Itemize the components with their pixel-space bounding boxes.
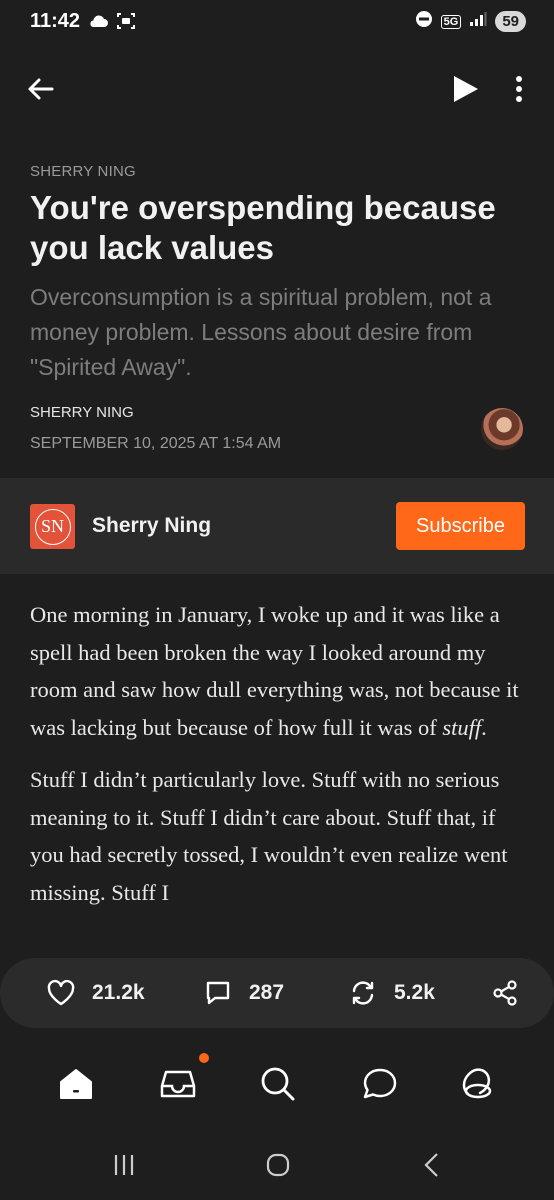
body-paragraph-end: . bbox=[481, 714, 487, 740]
avatar[interactable] bbox=[481, 408, 523, 450]
bottom-nav bbox=[0, 1050, 554, 1130]
home-button-icon[interactable] bbox=[258, 1148, 298, 1182]
body-paragraph: One morning in January, I woke up and it… bbox=[30, 596, 530, 746]
share-button[interactable] bbox=[490, 958, 520, 1028]
body-emphasis: stuff bbox=[442, 714, 482, 740]
like-button[interactable]: 21.2k bbox=[46, 958, 145, 1028]
system-nav bbox=[0, 1130, 554, 1200]
heart-icon bbox=[47, 979, 75, 1006]
status-bar: 11:42 5G 59 bbox=[0, 0, 554, 48]
publication-logo-text: SN bbox=[34, 508, 71, 545]
comment-icon bbox=[206, 981, 230, 1005]
inbox-badge bbox=[199, 1053, 209, 1063]
article-title: You're overspending because you lack val… bbox=[30, 189, 496, 266]
profile-icon[interactable] bbox=[456, 1062, 500, 1106]
action-bar: 21.2k 287 5.2k bbox=[0, 958, 554, 1028]
restack-button[interactable]: 5.2k bbox=[348, 958, 435, 1028]
comment-button[interactable]: 287 bbox=[203, 958, 284, 1028]
back-arrow-icon[interactable] bbox=[24, 72, 58, 106]
status-time: 11:42 bbox=[30, 10, 81, 32]
play-icon[interactable] bbox=[448, 72, 482, 106]
publication-band-name[interactable]: Sherry Ning bbox=[92, 514, 211, 538]
subscribe-button[interactable]: Subscribe bbox=[396, 502, 525, 550]
author-name[interactable]: SHERRY NING bbox=[30, 404, 134, 421]
signal-icon bbox=[469, 11, 487, 32]
more-vertical-icon[interactable] bbox=[508, 72, 530, 106]
do-not-disturb-icon bbox=[415, 10, 433, 33]
share-icon bbox=[493, 980, 517, 1006]
app-bar bbox=[0, 62, 554, 114]
screen-record-icon bbox=[116, 12, 136, 35]
body-paragraph: Stuff I didn’t particularly love. Stuff … bbox=[30, 767, 508, 905]
recents-icon[interactable] bbox=[104, 1148, 144, 1182]
inbox-icon[interactable] bbox=[156, 1062, 200, 1106]
status-right: 5G 59 bbox=[415, 10, 526, 33]
system-back-icon[interactable] bbox=[412, 1148, 452, 1182]
publish-date: SEPTEMBER 10, 2025 AT 1:54 AM bbox=[30, 435, 282, 452]
search-icon[interactable] bbox=[256, 1062, 300, 1106]
like-count: 21.2k bbox=[92, 981, 145, 1004]
chat-icon[interactable] bbox=[358, 1062, 402, 1106]
home-icon[interactable] bbox=[54, 1062, 98, 1106]
article-subtitle: Overconsumption is a spiritual problem, … bbox=[30, 284, 492, 380]
battery-level: 59 bbox=[495, 11, 526, 32]
publication-logo[interactable]: SN bbox=[30, 504, 75, 549]
network-label: 5G bbox=[440, 14, 462, 29]
publication-name[interactable]: SHERRY NING bbox=[30, 163, 136, 180]
comment-count: 287 bbox=[249, 981, 285, 1004]
status-left-icons bbox=[88, 12, 136, 35]
publication-band: SN Sherry Ning Subscribe bbox=[0, 478, 554, 574]
cloud-icon bbox=[88, 14, 108, 33]
restack-icon bbox=[352, 981, 374, 1005]
restack-count: 5.2k bbox=[394, 981, 435, 1004]
article-body: One morning in January, I woke up and it… bbox=[30, 596, 530, 926]
